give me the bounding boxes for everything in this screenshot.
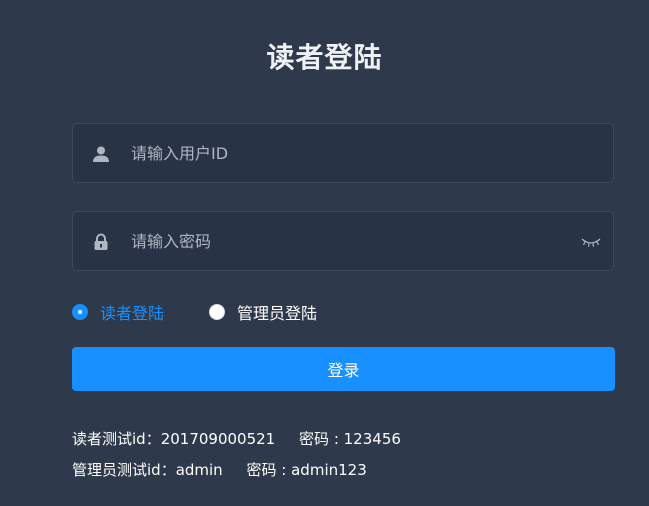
admin-login-label: 管理员登陆 [237, 304, 318, 323]
lock-icon [91, 232, 111, 252]
radio-checked-icon [72, 304, 88, 320]
password-field[interactable] [72, 211, 614, 271]
page-title: 读者登陆 [266, 41, 383, 74]
password-input[interactable] [131, 212, 551, 270]
login-button[interactable]: 登录 [72, 347, 615, 391]
user-id-field[interactable] [72, 123, 614, 183]
radio-unchecked-icon [209, 304, 225, 320]
admin-test-account-tip: 管理员测试id：admin 密码 : admin123 [72, 461, 367, 479]
reader-test-account-tip: 读者测试id：201709000521 密码 : 123456 [72, 430, 401, 448]
admin-login-radio[interactable]: 管理员登陆 [209, 301, 317, 323]
eye-closed-icon[interactable] [581, 234, 601, 248]
user-icon [91, 144, 111, 164]
user-id-input[interactable] [131, 124, 551, 182]
reader-login-label: 读者登陆 [100, 304, 165, 323]
reader-login-radio[interactable]: 读者登陆 [72, 301, 164, 323]
